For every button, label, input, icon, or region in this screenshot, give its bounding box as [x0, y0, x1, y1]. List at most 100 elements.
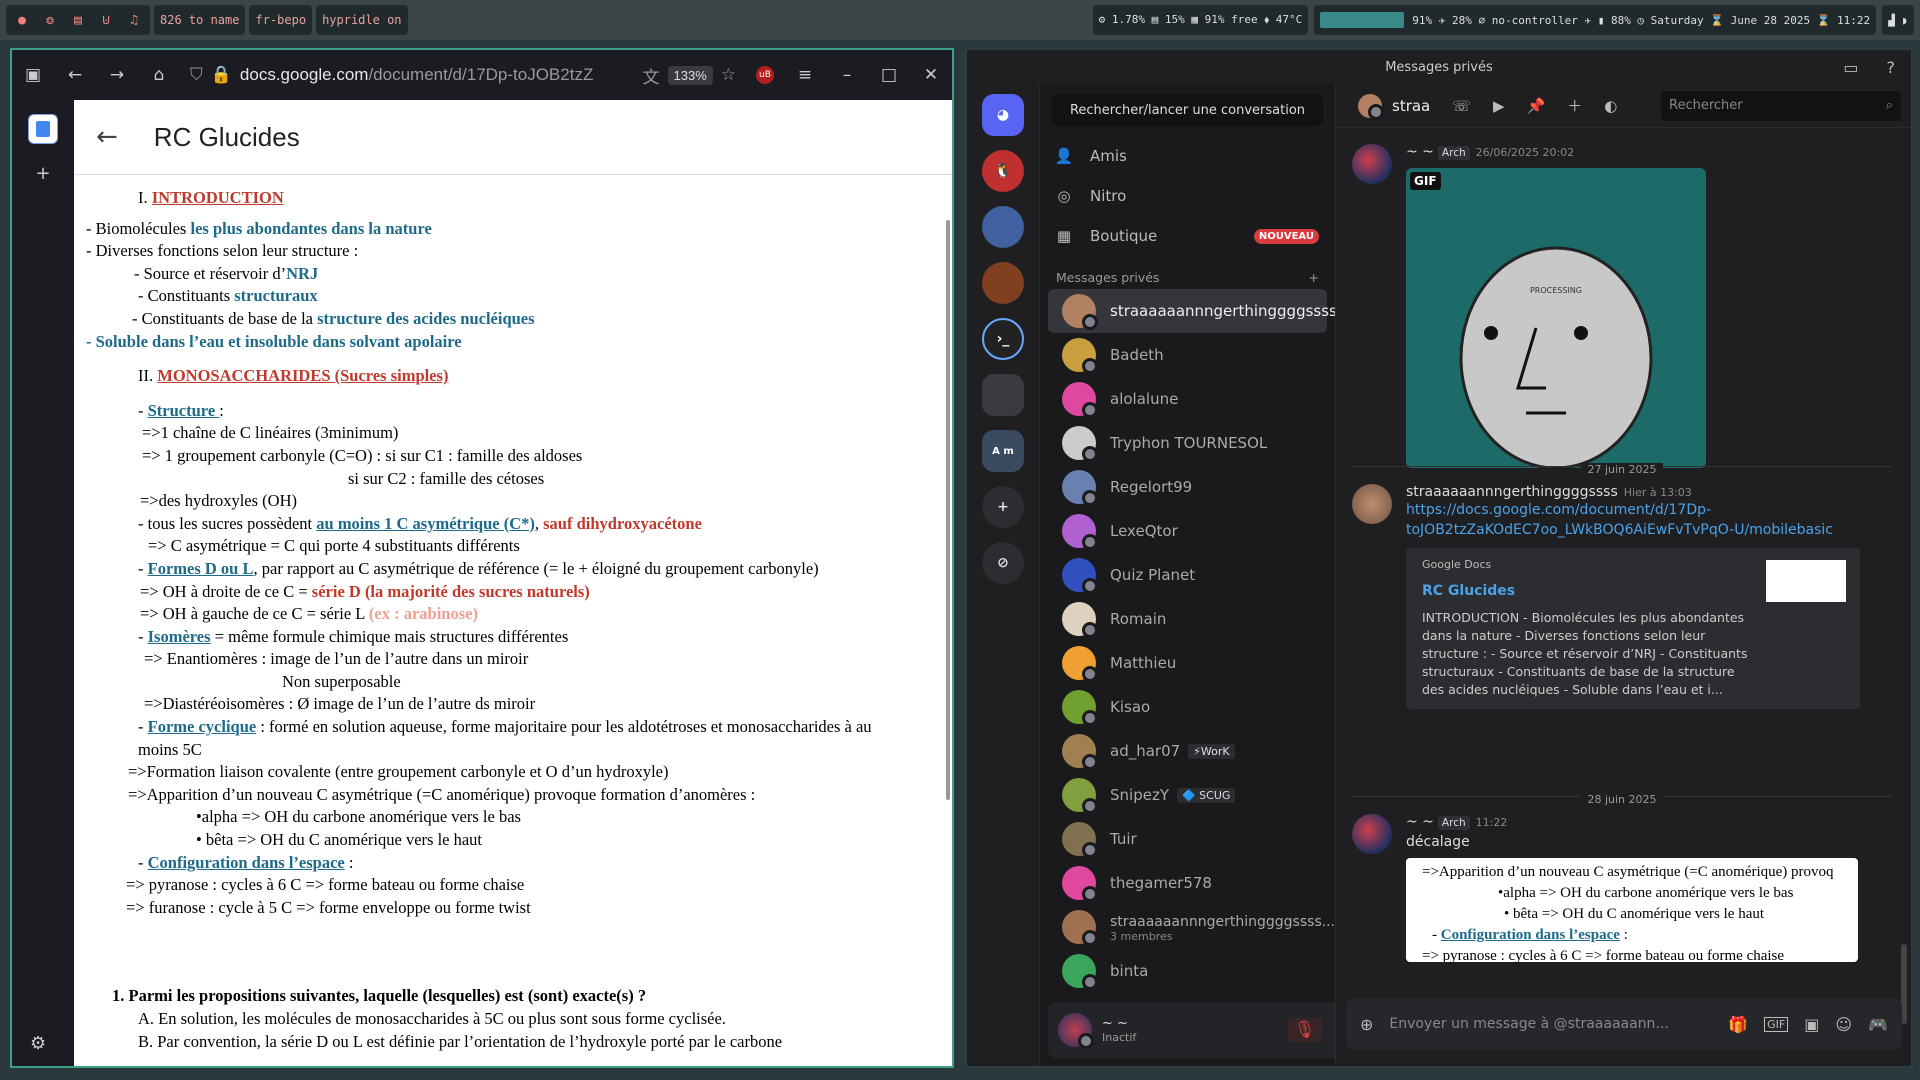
- back-icon[interactable]: ←: [64, 64, 86, 86]
- discord-home-icon[interactable]: ◕: [982, 94, 1024, 136]
- activities-icon[interactable]: 🎮: [1868, 1015, 1888, 1034]
- message-avatar[interactable]: [1352, 484, 1392, 524]
- url-bar[interactable]: ⛉ 🔒 docs.google.com/document/d/17Dp-toJO…: [190, 63, 736, 88]
- pin-icon[interactable]: 📌: [1527, 97, 1546, 115]
- voice-call-icon[interactable]: ☏: [1452, 97, 1471, 115]
- video-call-icon[interactable]: ▶: [1493, 97, 1505, 115]
- server-folder-icon[interactable]: [982, 374, 1024, 416]
- dm-item[interactable]: ad_har07 ⚡WorK: [1048, 729, 1327, 773]
- server-folder-icon[interactable]: A m: [982, 430, 1024, 472]
- search-conversation-button[interactable]: Rechercher/lancer une conversation: [1052, 94, 1323, 126]
- dm-item[interactable]: SnipezY 🔷 SCUG: [1048, 773, 1327, 817]
- gift-icon[interactable]: 🎁: [1728, 1015, 1748, 1034]
- message-avatar[interactable]: [1352, 814, 1392, 854]
- settings-gear-icon[interactable]: ⚙: [30, 1033, 46, 1054]
- docs-tab-icon[interactable]: [28, 114, 58, 144]
- tray[interactable]: ▟ ◗: [1882, 5, 1914, 35]
- doc-link[interactable]: https://docs.google.com/document/d/17Dp-…: [1406, 500, 1860, 540]
- server-icon[interactable]: 🐧: [982, 150, 1024, 192]
- doc-line: - Biomolécules les plus abondantes dans …: [86, 218, 432, 238]
- chip-hypridle[interactable]: hypridle on: [316, 5, 408, 35]
- workspace-5[interactable]: ♫: [124, 13, 144, 28]
- maximize-icon[interactable]: □: [878, 64, 900, 86]
- zoom-level[interactable]: 133%: [667, 65, 713, 85]
- dm-item[interactable]: Regelort99: [1048, 465, 1327, 509]
- bookmark-star-icon[interactable]: ☆: [721, 65, 736, 85]
- workspace-4[interactable]: ⊍: [96, 13, 116, 28]
- dm-item[interactable]: Matthieu: [1048, 641, 1327, 685]
- dm-item[interactable]: alolalune: [1048, 377, 1327, 421]
- dm-item[interactable]: Badeth: [1048, 333, 1327, 377]
- message-author[interactable]: ~ ~: [1406, 814, 1434, 830]
- embed-thumbnail[interactable]: [1766, 560, 1846, 602]
- sticker-icon[interactable]: ▣: [1804, 1015, 1819, 1034]
- dm-name: Regelort99: [1110, 478, 1193, 496]
- tray-icon[interactable]: ▟ ◗: [1888, 14, 1908, 27]
- dm-item[interactable]: Tuir: [1048, 817, 1327, 861]
- volume-bar[interactable]: [1320, 12, 1405, 28]
- message-input[interactable]: Envoyer un message à @straaaaaann...: [1389, 1016, 1712, 1032]
- message-author[interactable]: straaaaaannngerthinggggssss: [1406, 484, 1618, 500]
- dm-item[interactable]: straaaaaannngerthinggggssss... 3 membres: [1048, 905, 1335, 949]
- server-icon[interactable]: ›_: [982, 318, 1024, 360]
- workspace-1[interactable]: ●: [12, 13, 32, 28]
- chip-keyboard-layout[interactable]: fr-bepo: [249, 5, 313, 35]
- nav-nitro[interactable]: ◎ Nitro: [1040, 176, 1335, 216]
- gif-label: GIF: [1410, 172, 1441, 190]
- user-profile-icon[interactable]: ◐: [1604, 97, 1617, 115]
- dm-item[interactable]: Romain: [1048, 597, 1327, 641]
- explore-icon[interactable]: ⊘: [982, 542, 1024, 584]
- doc-line: =>des hydroxyles (OH): [140, 491, 297, 511]
- translate-icon[interactable]: 文: [643, 63, 660, 88]
- menu-icon[interactable]: ≡: [794, 64, 816, 86]
- server-icon[interactable]: [982, 262, 1024, 304]
- new-tab-icon[interactable]: +: [28, 158, 58, 188]
- doc-line: =>Diastéréoisomères : Ø image de l’un de…: [144, 694, 536, 714]
- dm-item[interactable]: straaaaaannngerthinggggssss: [1048, 289, 1337, 333]
- shield-icon[interactable]: ⛉: [190, 65, 203, 85]
- gif-picker-icon[interactable]: GIF: [1764, 1016, 1789, 1032]
- dm-item[interactable]: binta: [1048, 949, 1327, 993]
- home-icon[interactable]: ⌂: [148, 64, 170, 86]
- gif-attachment[interactable]: GIF PROCESSING: [1406, 168, 1706, 468]
- screenshot-attachment[interactable]: =>Apparition d’un nouveau C asymétrique …: [1406, 858, 1858, 962]
- ublock-icon[interactable]: uB: [756, 66, 774, 84]
- inbox-icon[interactable]: ▭: [1843, 58, 1858, 77]
- lock-icon[interactable]: 🔒: [211, 65, 232, 85]
- minimize-icon[interactable]: –: [836, 64, 858, 86]
- add-attachment-icon[interactable]: ⊕: [1360, 1015, 1373, 1034]
- dm-item[interactable]: Kisao: [1048, 685, 1327, 729]
- workspace-3[interactable]: ▤: [68, 13, 88, 28]
- doc-back-arrow-icon[interactable]: ←: [96, 122, 118, 152]
- nav-shop[interactable]: ▦ Boutique NOUVEAU: [1040, 216, 1335, 256]
- doc-line: =>Apparition d’un nouveau C asymétrique …: [128, 784, 756, 804]
- server-icon[interactable]: [982, 206, 1024, 248]
- sidebar-toggle-icon[interactable]: ▣: [22, 64, 44, 86]
- chat-user-name[interactable]: straa: [1392, 97, 1430, 115]
- browser-toolbar: ▣ ← → ⌂ ⛉ 🔒 docs.google.com/document/d/1…: [12, 50, 952, 100]
- help-icon[interactable]: ?: [1887, 58, 1896, 77]
- workspace-2[interactable]: ❂: [40, 13, 60, 28]
- doc-line: => pyranose : cycles à 6 C => forme bate…: [126, 875, 525, 895]
- message-author[interactable]: ~ ~: [1406, 144, 1434, 160]
- forward-icon[interactable]: →: [106, 64, 128, 86]
- chip-window-name[interactable]: 826 to name: [154, 5, 246, 35]
- dm-name: Matthieu: [1110, 654, 1177, 672]
- user-name: ~ ~: [1102, 1015, 1128, 1031]
- message-avatar[interactable]: [1352, 144, 1392, 184]
- nav-friends[interactable]: 👤 Amis: [1040, 136, 1335, 176]
- dm-item[interactable]: Tryphon TOURNESOL: [1048, 421, 1327, 465]
- dm-item[interactable]: Quiz Planet: [1048, 553, 1327, 597]
- mute-mic-icon[interactable]: 🎙: [1287, 1018, 1322, 1042]
- dm-item[interactable]: LexeQtor: [1048, 509, 1327, 553]
- doc-scrollbar[interactable]: [946, 220, 950, 800]
- chat-search-input[interactable]: Rechercher ⌕: [1661, 90, 1901, 121]
- emoji-icon[interactable]: ☺: [1835, 1015, 1852, 1034]
- dm-avatar: [1062, 294, 1098, 330]
- add-friends-icon[interactable]: ＋: [1567, 95, 1582, 116]
- create-dm-icon[interactable]: +: [1309, 270, 1319, 285]
- dm-item[interactable]: thegamer578: [1048, 861, 1327, 905]
- add-server-icon[interactable]: +: [982, 486, 1024, 528]
- close-icon[interactable]: ✕: [920, 64, 942, 86]
- user-avatar[interactable]: [1058, 1013, 1094, 1049]
